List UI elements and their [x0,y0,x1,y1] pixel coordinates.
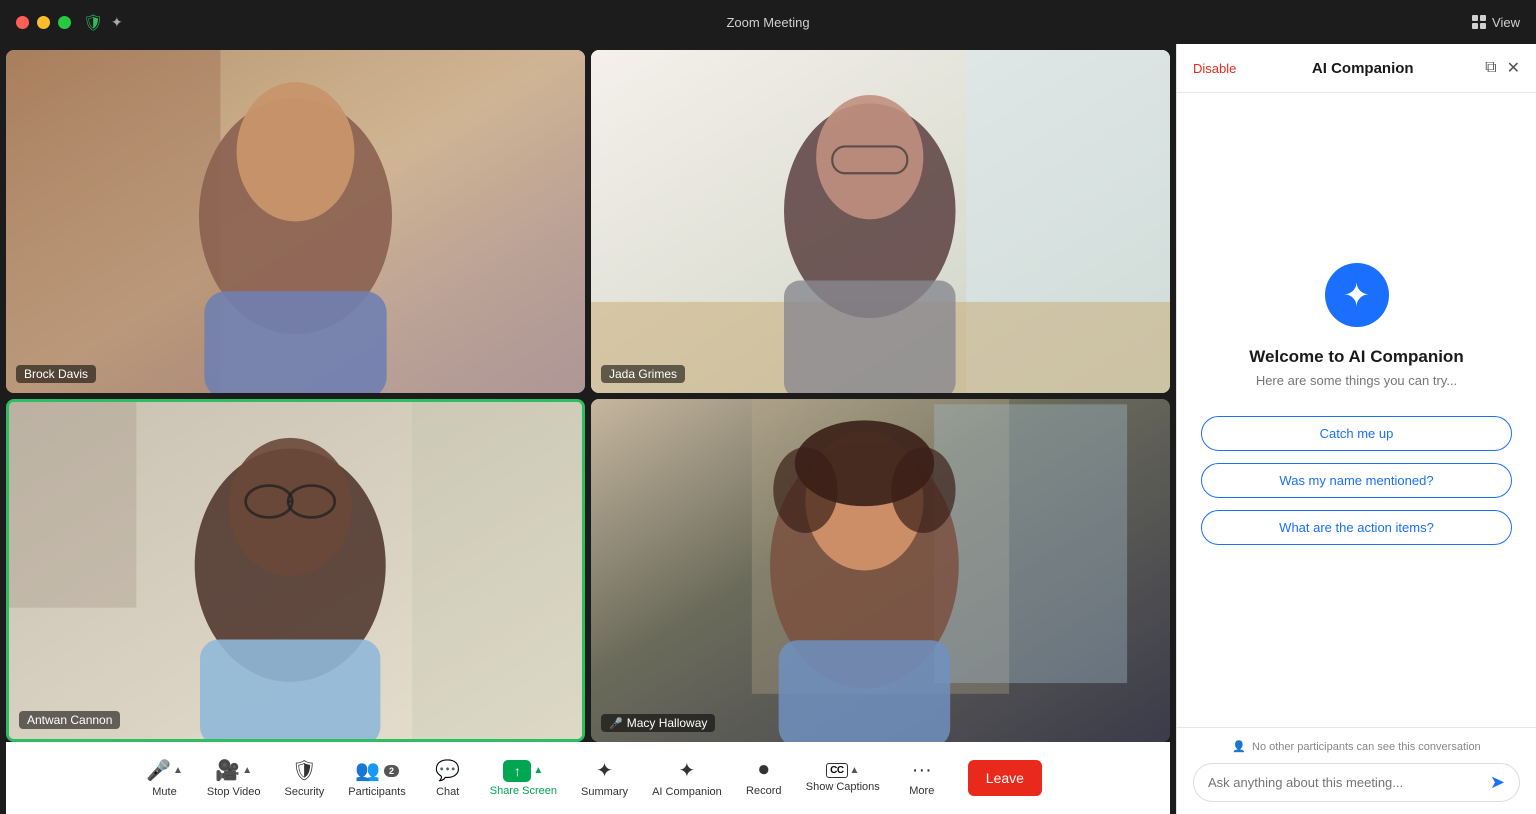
mic-icon: 🎤 [146,758,171,783]
ai-companion-label: AI Companion [652,786,722,798]
minimize-button[interactable] [37,16,50,29]
ai-panel-actions: ⧉ ✕ [1485,58,1520,78]
chat-icon: 💬 [435,758,460,783]
ai-chat-input[interactable] [1208,775,1482,790]
ai-panel-footer: 👤 No other participants can see this con… [1177,727,1536,814]
participants-count: 2 [384,765,399,777]
status-icons: 🛡 ✦ [83,13,123,31]
toolbar: 🎤 ▲ Mute 🎥 ▲ Stop Video 🛡 Security [6,742,1170,814]
share-screen-label: Share Screen [490,785,557,797]
camera-icon: 🎥 [215,758,240,783]
title-bar: 🛡 ✦ Zoom Meeting View [0,0,1536,44]
grid-view-icon [1472,15,1486,29]
video-grid-container: Brock Davis [0,44,1176,814]
mute-chevron-icon: ▲ [173,765,183,776]
record-icon: ⏺ [759,759,769,782]
ai-companion-icon: ✦ [679,758,696,783]
share-screen-button[interactable]: ↑ ▲ Share Screen [478,754,569,803]
participants-icon: 👥 [355,758,380,783]
stop-video-button[interactable]: 🎥 ▲ Stop Video [195,752,273,804]
security-shield-icon: 🛡 [83,13,101,31]
ai-suggestion-name-mentioned[interactable]: Was my name mentioned? [1201,463,1512,498]
summary-label: Summary [581,786,628,798]
video-tile-macy[interactable]: 🎤 Macy Halloway [591,399,1170,742]
ai-close-icon[interactable]: ✕ [1507,58,1520,78]
participant-label-brock: Brock Davis [16,365,96,383]
stop-video-label: Stop Video [207,786,261,798]
video-tile-brock[interactable]: Brock Davis [6,50,585,393]
ai-panel-body: ✦ Welcome to AI Companion Here are some … [1177,93,1536,727]
main-area: Brock Davis [0,44,1536,814]
participant-name-macy: Macy Halloway [627,716,708,730]
show-captions-label: Show Captions [806,781,880,793]
show-captions-button[interactable]: CC ▲ Show Captions [794,757,892,799]
share-screen-bg: ↑ [503,760,531,782]
participant-name-antwan: Antwan Cannon [27,713,112,727]
meeting-title: Zoom Meeting [726,15,809,30]
chat-button[interactable]: 💬 Chat [418,752,478,804]
participant-label-jada: Jada Grimes [601,365,685,383]
captions-chevron-icon: ▲ [850,765,860,776]
mute-label: Mute [152,786,176,798]
summary-icon: ✦ [596,758,613,783]
security-button[interactable]: 🛡 Security [273,752,337,804]
muted-mic-icon: 🎤 [609,717,623,730]
more-label: More [909,785,934,797]
leave-button[interactable]: Leave [968,760,1042,796]
video-chevron-icon: ▲ [242,765,252,776]
ai-external-link-icon[interactable]: ⧉ [1485,59,1496,77]
chat-label: Chat [436,786,459,798]
maximize-button[interactable] [58,16,71,29]
ai-send-button[interactable]: ➤ [1490,772,1505,793]
more-button[interactable]: ··· More [892,753,952,803]
participants-button[interactable]: 👥 2 Participants [336,752,417,804]
summary-button[interactable]: ✦ Summary [569,752,640,804]
ai-input-row: ➤ [1193,763,1520,802]
privacy-text: No other participants can see this conve… [1252,741,1481,753]
privacy-icon: 👤 [1232,740,1246,753]
participant-name-jada: Jada Grimes [609,367,677,381]
ai-suggestion-catch-up[interactable]: Catch me up [1201,416,1512,451]
video-tile-antwan[interactable]: Antwan Cannon [6,399,585,742]
participant-name-brock: Brock Davis [24,367,88,381]
ai-disable-button[interactable]: Disable [1193,61,1236,76]
share-screen-icon: ↑ [514,763,521,779]
ai-logo: ✦ [1325,263,1389,327]
ai-panel-title: AI Companion [1248,60,1477,77]
traffic-lights [16,16,71,29]
more-icon: ··· [912,759,932,782]
ai-welcome-title: Welcome to AI Companion [1249,347,1463,367]
close-button[interactable] [16,16,29,29]
participants-label: Participants [348,786,405,798]
security-label: Security [285,786,325,798]
participant-label-antwan: Antwan Cannon [19,711,120,729]
sparkle-icon: ✦ [111,14,123,31]
ai-companion-button[interactable]: ✦ AI Companion [640,752,734,804]
cc-icon: CC [826,763,847,778]
video-tile-jada[interactable]: Jada Grimes [591,50,1170,393]
ai-panel-header: Disable AI Companion ⧉ ✕ [1177,44,1536,93]
security-icon: 🛡 [292,758,317,783]
ai-privacy-note: 👤 No other participants can see this con… [1193,740,1520,753]
ai-star-icon: ✦ [1343,276,1370,314]
ai-companion-panel: Disable AI Companion ⧉ ✕ ✦ Welcome to AI… [1176,44,1536,814]
participant-label-macy: 🎤 Macy Halloway [601,714,715,732]
video-grid: Brock Davis [6,50,1170,742]
ai-welcome-sub: Here are some things you can try... [1256,373,1457,388]
ai-suggestion-action-items[interactable]: What are the action items? [1201,510,1512,545]
record-button[interactable]: ⏺ Record [734,753,794,803]
mute-button[interactable]: 🎤 ▲ Mute [134,752,195,804]
share-screen-chevron-icon: ▲ [533,765,543,776]
record-label: Record [746,785,781,797]
view-button[interactable]: View [1472,15,1520,30]
